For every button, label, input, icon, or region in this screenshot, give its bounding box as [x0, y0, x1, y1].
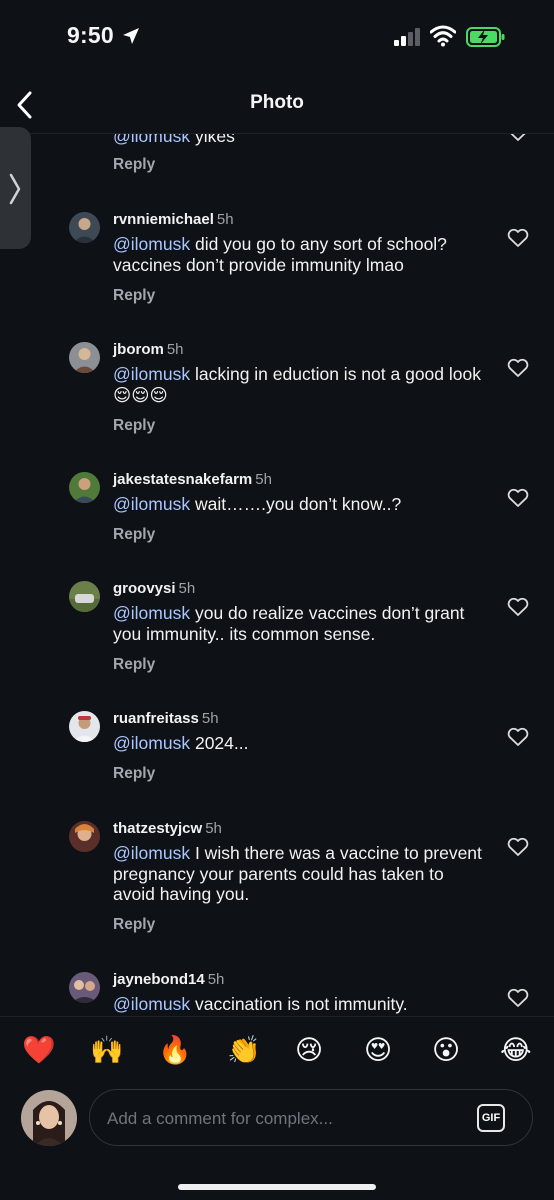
reaction-crying-face[interactable]: 😢: [295, 1036, 323, 1066]
reaction-fire[interactable]: 🔥: [158, 1036, 192, 1066]
comment-username[interactable]: jaynebond14: [113, 971, 205, 988]
home-indicator: [178, 1184, 376, 1190]
avatar[interactable]: [69, 711, 100, 742]
comment-username[interactable]: thatzestyjcw: [113, 820, 202, 837]
comment-time: 5h: [166, 341, 184, 358]
heart-icon[interactable]: [507, 358, 529, 378]
avatar[interactable]: [69, 212, 100, 243]
reaction-clapping-hands[interactable]: 👏: [227, 1036, 261, 1066]
side-drawer-handle[interactable]: [0, 127, 31, 249]
reply-button[interactable]: Reply: [113, 765, 155, 783]
comment-text: @ilomusk vaccination is not immunity.: [113, 994, 408, 1014]
comment-time: 5h: [201, 710, 219, 727]
comments-list: @ilomusk yikes Reply rvnniemichael 5h @il…: [0, 134, 554, 1014]
top-navigation-bar: Photo: [0, 75, 554, 134]
reply-button[interactable]: Reply: [113, 656, 155, 674]
page-title: Photo: [250, 92, 304, 113]
status-time: 9:50: [67, 22, 114, 48]
current-user-avatar[interactable]: [21, 1090, 77, 1146]
wifi-icon: [430, 25, 456, 47]
reply-button[interactable]: Reply: [113, 916, 155, 934]
heart-icon[interactable]: [507, 837, 529, 857]
reaction-red-heart[interactable]: ❤️: [22, 1036, 56, 1066]
comment-text: @ilomusk yikes: [113, 134, 483, 147]
heart-icon[interactable]: [507, 727, 529, 747]
comment-mention[interactable]: @ilomusk: [113, 603, 190, 623]
avatar[interactable]: [69, 821, 100, 852]
comment-text: @ilomusk wait…….you don’t know..?: [113, 494, 402, 514]
cellular-signal-icon: [394, 28, 420, 46]
comment-mention[interactable]: @ilomusk: [113, 134, 190, 146]
comment-username[interactable]: jborom: [113, 341, 164, 358]
status-bar: 9:50: [0, 0, 554, 75]
heart-icon[interactable]: [507, 597, 529, 617]
reply-button[interactable]: Reply: [113, 287, 155, 305]
avatar[interactable]: [69, 972, 100, 1003]
comment-username[interactable]: groovysi: [113, 580, 176, 597]
comment-username[interactable]: ruanfreitass: [113, 710, 199, 727]
comment-mention[interactable]: @ilomusk: [113, 364, 190, 384]
reply-button[interactable]: Reply: [113, 156, 155, 174]
comment-mention[interactable]: @ilomusk: [113, 733, 190, 753]
quick-reactions-bar: ❤️ 🙌 🔥 👏 😢 😍 😮 😂: [0, 1016, 554, 1087]
comment-mention[interactable]: @ilomusk: [113, 994, 190, 1014]
comment-time: 5h: [207, 971, 225, 988]
battery-charging-icon: [466, 27, 505, 47]
avatar[interactable]: [69, 472, 100, 503]
comment-time: 5h: [205, 820, 222, 837]
heart-icon[interactable]: [507, 988, 529, 1008]
gif-button[interactable]: GIF: [477, 1104, 505, 1132]
comment-text: @ilomusk 2024...: [113, 733, 249, 753]
comment-text: @ilomusk lacking in eduction is not a go…: [113, 364, 481, 405]
chevron-right-icon: [9, 173, 21, 205]
comment-time: 5h: [216, 211, 234, 228]
heart-icon[interactable]: [507, 488, 529, 508]
comment-username[interactable]: jakestatesnakefarm: [113, 471, 252, 488]
comment-text: @ilomusk you do realize vaccines don’t g…: [113, 603, 465, 644]
location-arrow-icon: [123, 28, 139, 44]
comment-time: 5h: [255, 471, 272, 488]
reaction-heart-eyes[interactable]: 😍: [364, 1036, 392, 1066]
comment-text: @ilomusk did you go to any sort of schoo…: [113, 234, 447, 275]
reaction-tears-of-joy[interactable]: 😂: [500, 1036, 532, 1066]
heart-icon[interactable]: [507, 228, 529, 248]
comment-mention[interactable]: @ilomusk: [113, 843, 190, 863]
comment-time: 5h: [178, 580, 196, 597]
heart-icon[interactable]: [507, 134, 529, 142]
comment-username[interactable]: rvnniemichael: [113, 211, 214, 228]
comment-input-container: GIF: [89, 1089, 533, 1146]
reaction-raising-hands[interactable]: 🙌: [90, 1036, 124, 1066]
reply-button[interactable]: Reply: [113, 526, 155, 544]
avatar[interactable]: [69, 342, 100, 373]
reaction-surprised-face[interactable]: 😮: [432, 1036, 460, 1066]
reply-button[interactable]: Reply: [113, 417, 155, 435]
avatar[interactable]: [69, 581, 100, 612]
comment-mention[interactable]: @ilomusk: [113, 494, 190, 514]
comment-mention[interactable]: @ilomusk: [113, 234, 190, 254]
comment-text: @ilomusk I wish there was a vaccine to p…: [113, 843, 482, 904]
comment-input[interactable]: [105, 1104, 459, 1134]
